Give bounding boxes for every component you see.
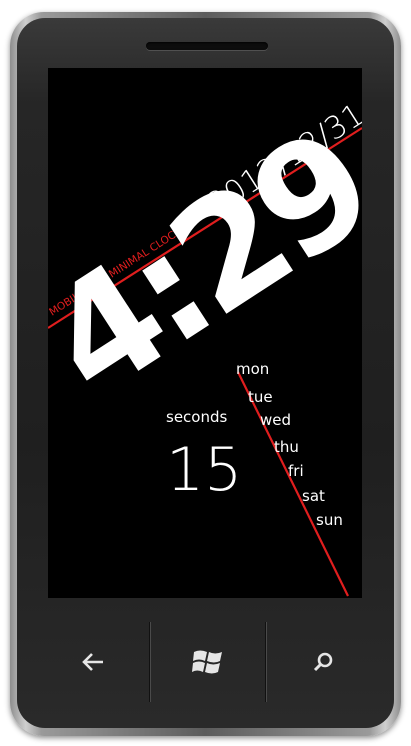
earpiece-speaker [146,42,268,50]
start-button[interactable] [150,622,266,702]
clock-face: 2012/12/31 MOBILETUTS MINIMAL CLOCK 4:29… [48,96,362,597]
phone-screen: 2012/12/31 MOBILETUTS MINIMAL CLOCK 4:29… [48,68,362,598]
weekday-label: sun [316,511,343,529]
search-icon [314,652,333,672]
back-button[interactable] [36,622,151,702]
weekday-label: thu [274,438,299,456]
weekday-label: sat [302,487,325,505]
windows-logo-icon [191,650,222,674]
weekday-label: mon [236,360,269,378]
seconds-label: seconds [166,408,227,426]
search-button[interactable] [265,622,380,702]
hardware-nav-bar [36,622,380,702]
time-text: 4:29 [48,99,362,431]
weekday-label: tue [248,388,273,406]
weekday-label: wed [260,411,291,429]
weekday-label: fri [288,462,304,480]
seconds-value: 15 [166,435,242,505]
back-arrow-icon [81,653,103,671]
